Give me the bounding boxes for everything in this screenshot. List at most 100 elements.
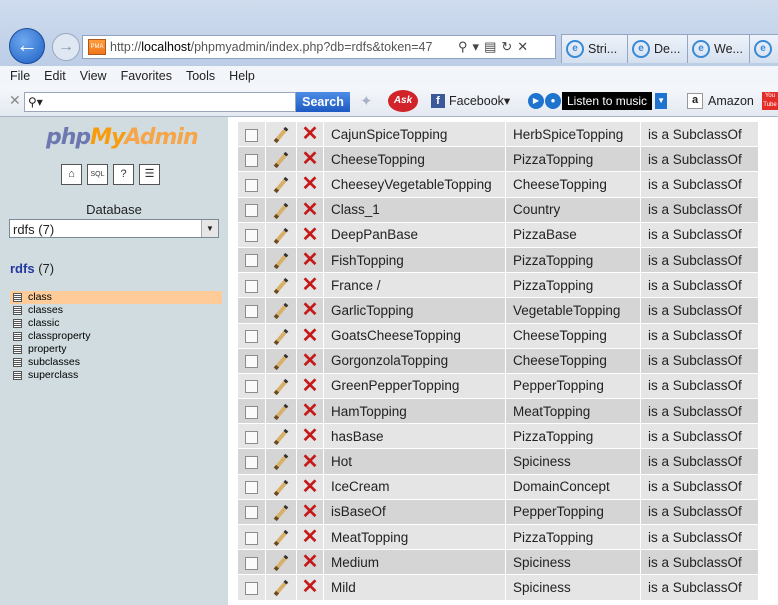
row-checkbox[interactable]: [245, 128, 258, 142]
table-row[interactable]: ✕ Class_1 Country is a SubclassOf: [238, 197, 758, 222]
facebook-button[interactable]: f Facebook ▾: [431, 93, 510, 108]
back-button[interactable]: ←: [9, 28, 45, 64]
menu-tools[interactable]: Tools: [186, 69, 215, 83]
delete-x-icon[interactable]: ✕: [302, 400, 319, 422]
row-checkbox[interactable]: [245, 330, 258, 344]
refresh-icon[interactable]: ↻: [501, 39, 512, 55]
pencil-icon[interactable]: [273, 353, 289, 370]
row-checkbox[interactable]: [245, 153, 258, 167]
pencil-icon[interactable]: [273, 378, 289, 396]
table-item-classic[interactable]: classic: [10, 317, 222, 330]
menu-view[interactable]: View: [80, 69, 107, 83]
delete-x-icon[interactable]: ✕: [302, 173, 319, 195]
delete-x-icon[interactable]: ✕: [302, 249, 319, 271]
ask-logo-icon[interactable]: Ask: [388, 90, 418, 112]
pencil-icon[interactable]: [273, 227, 289, 244]
row-checkbox[interactable]: [245, 481, 258, 495]
table-row[interactable]: ✕ CheeseyVegetableTopping CheeseTopping is …: [238, 172, 758, 197]
volume-icon[interactable]: ●: [545, 93, 561, 109]
delete-x-icon[interactable]: ✕: [302, 425, 319, 447]
row-checkbox[interactable]: [245, 204, 258, 218]
close-toolbar-icon[interactable]: ✕: [9, 92, 21, 109]
table-row[interactable]: ✕ GreenPepperTopping PepperTopping is a Sub…: [238, 373, 758, 399]
play-icon[interactable]: ▶: [528, 93, 544, 109]
table-row[interactable]: ✕ hasBase PizzaTopping is a SubclassOf: [238, 424, 758, 449]
pencil-icon[interactable]: [273, 580, 289, 597]
search-icon[interactable]: ⚲: [458, 39, 468, 55]
menu-file[interactable]: File: [10, 69, 30, 83]
database-title[interactable]: rdfs (7): [10, 261, 54, 276]
pencil-icon[interactable]: [273, 126, 289, 144]
table-row[interactable]: ✕ GorgonzolaTopping CheeseTopping is a Subc…: [238, 348, 758, 373]
table-row[interactable]: ✕ HamTopping MeatTopping is a SubclassOf: [238, 399, 758, 424]
music-widget[interactable]: ▶ ● Listen to music ▼: [528, 92, 668, 110]
delete-x-icon[interactable]: ✕: [302, 451, 319, 473]
toolbar-search-input[interactable]: ⚲▾: [24, 92, 296, 112]
table-row[interactable]: ✕ CajunSpiceTopping HerbSpiceTopping is a S…: [238, 122, 758, 147]
pencil-icon[interactable]: [273, 403, 289, 421]
table-item-property[interactable]: property: [10, 343, 222, 356]
sql-query-icon[interactable]: SQL: [87, 164, 108, 185]
table-row[interactable]: ✕ MeatTopping PizzaTopping is a SubclassOf: [238, 525, 758, 550]
table-row[interactable]: ✕ Medium Spiciness is a SubclassOf: [238, 550, 758, 575]
pencil-icon[interactable]: [273, 252, 289, 270]
pencil-icon[interactable]: [273, 177, 289, 194]
row-checkbox[interactable]: [245, 531, 258, 545]
row-checkbox[interactable]: [245, 229, 258, 243]
table-row[interactable]: ✕ CheeseTopping PizzaTopping is a SubclassO…: [238, 147, 758, 172]
compat-view-icon[interactable]: ▤: [484, 39, 496, 55]
row-checkbox[interactable]: [245, 506, 258, 520]
tab-3[interactable]: e We...: [687, 34, 751, 63]
music-label[interactable]: Listen to music: [562, 92, 653, 110]
delete-x-icon[interactable]: ✕: [302, 224, 319, 246]
delete-x-icon[interactable]: ✕: [302, 551, 319, 573]
table-item-classproperty[interactable]: classproperty: [10, 330, 222, 343]
menu-favorites[interactable]: Favorites: [121, 69, 172, 83]
forward-button[interactable]: →: [52, 33, 80, 61]
table-row[interactable]: ✕ FishTopping PizzaTopping is a SubclassOf: [238, 247, 758, 273]
pencil-icon[interactable]: [273, 454, 289, 471]
amazon-button[interactable]: a Amazon: [687, 93, 754, 109]
delete-x-icon[interactable]: ✕: [302, 325, 319, 347]
row-checkbox[interactable]: [245, 455, 258, 469]
database-select[interactable]: rdfs (7) ▼: [9, 219, 219, 238]
tab-1[interactable]: e Stri...: [561, 34, 629, 63]
tab-2[interactable]: e De...: [627, 34, 689, 63]
table-item-superclass[interactable]: superclass: [10, 369, 222, 382]
dropdown-arrow-icon[interactable]: ▾: [473, 39, 480, 55]
table-row[interactable]: ✕ Hot Spiciness is a SubclassOf: [238, 449, 758, 474]
delete-x-icon[interactable]: ✕: [302, 148, 319, 170]
row-checkbox[interactable]: [245, 304, 258, 318]
table-item-class[interactable]: class: [10, 291, 222, 304]
menu-help[interactable]: Help: [229, 69, 255, 83]
table-row[interactable]: ✕ DeepPanBase PizzaBase is a SubclassOf: [238, 222, 758, 247]
pencil-icon[interactable]: [273, 277, 289, 295]
delete-x-icon[interactable]: ✕: [302, 476, 319, 498]
chevron-down-icon[interactable]: ▼: [201, 220, 218, 237]
music-dropdown-icon[interactable]: ▼: [655, 93, 668, 109]
row-checkbox[interactable]: [245, 405, 258, 419]
pencil-icon[interactable]: [273, 479, 289, 496]
table-row[interactable]: ✕ GarlicTopping VegetableTopping is a Subcl…: [238, 298, 758, 323]
delete-x-icon[interactable]: ✕: [302, 299, 319, 321]
delete-x-icon[interactable]: ✕: [302, 576, 319, 598]
delete-x-icon[interactable]: ✕: [302, 501, 319, 523]
delete-x-icon[interactable]: ✕: [302, 199, 319, 221]
row-checkbox[interactable]: [245, 254, 258, 268]
delete-x-icon[interactable]: ✕: [302, 526, 319, 548]
menu-edit[interactable]: Edit: [44, 69, 66, 83]
tab-4[interactable]: e: [749, 34, 778, 63]
row-checkbox[interactable]: [245, 380, 258, 394]
delete-x-icon[interactable]: ✕: [302, 274, 319, 296]
delete-x-icon[interactable]: ✕: [302, 123, 319, 145]
url-text[interactable]: http://localhost/phpmyadmin/index.php?db…: [110, 40, 454, 54]
pencil-icon[interactable]: [273, 152, 289, 169]
pencil-icon[interactable]: [273, 555, 289, 572]
help-icon[interactable]: ?: [113, 164, 134, 185]
row-checkbox[interactable]: [245, 581, 258, 595]
youtube-icon[interactable]: You Tube: [762, 92, 778, 110]
pencil-icon[interactable]: [273, 429, 289, 446]
phpmyadmin-logo[interactable]: phpMyAdmin: [46, 125, 199, 150]
toolbar-search-button[interactable]: Search: [296, 92, 350, 112]
pencil-icon[interactable]: [273, 504, 289, 522]
